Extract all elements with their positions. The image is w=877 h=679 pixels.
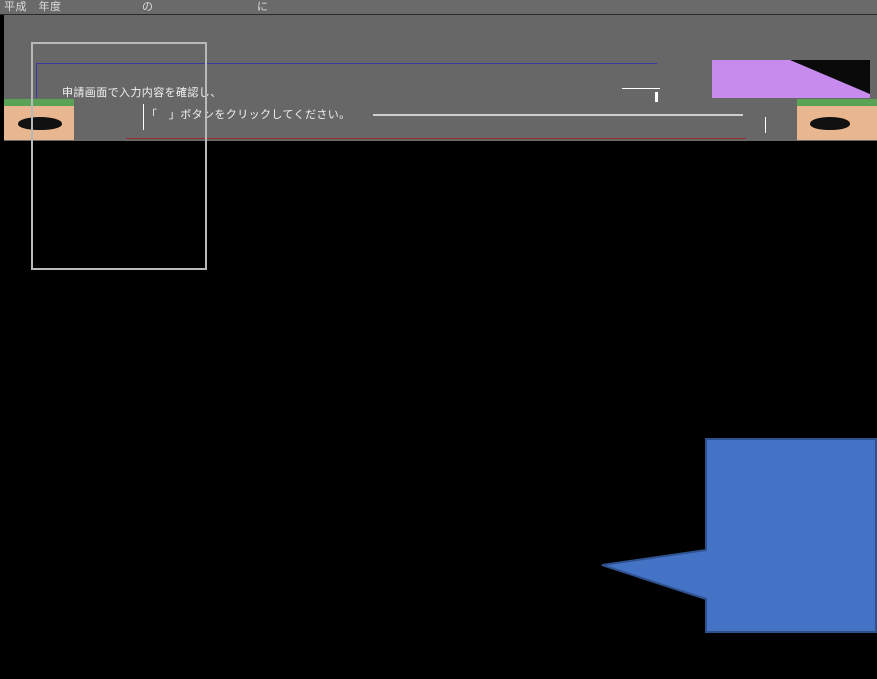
character-hair: [797, 99, 877, 106]
text-caret: [765, 117, 766, 133]
panel-corner-shape: [790, 60, 870, 94]
character-eyebrow: [810, 117, 850, 130]
red-underline: [126, 138, 746, 139]
divider: [373, 114, 743, 116]
divider: [622, 88, 660, 89]
highlight-frame: [31, 42, 207, 270]
header-text: 平成 年度 の に: [4, 0, 499, 13]
callout-arrow-shape: [601, 438, 877, 633]
top-bar: 平成 年度 の に: [0, 0, 877, 14]
purple-panel: [712, 60, 870, 98]
character-right-icon: [797, 99, 877, 140]
